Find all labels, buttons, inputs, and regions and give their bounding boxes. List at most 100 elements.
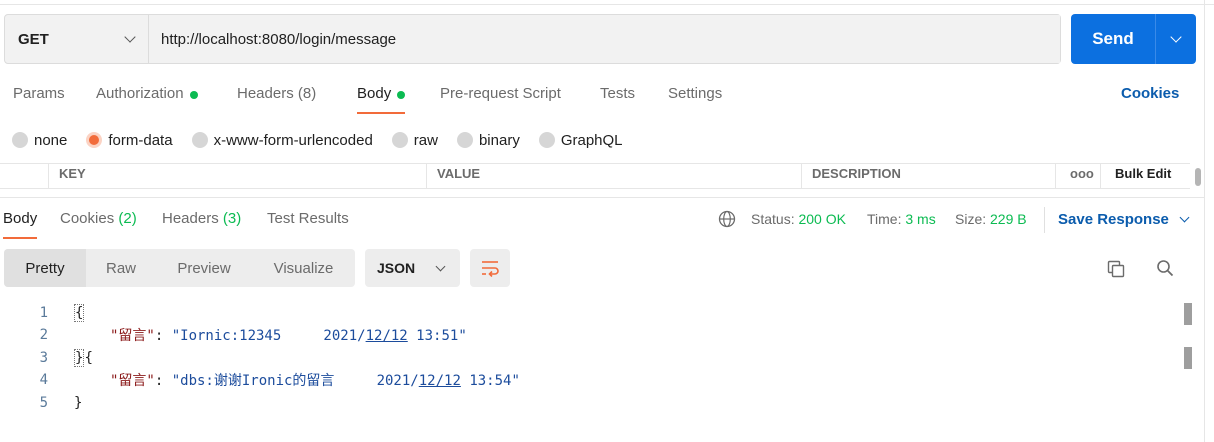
line-number: 2 (39, 327, 48, 343)
column-description: DESCRIPTION (812, 165, 901, 181)
tab-params[interactable]: Params (13, 82, 65, 114)
size-readout: Size: 229 B (955, 211, 1027, 227)
tab-authorization[interactable]: Authorization (96, 82, 198, 114)
code-line: 1 { (0, 302, 1180, 324)
json-colon: : (154, 328, 172, 344)
radio-icon (456, 132, 473, 148)
view-raw[interactable]: Raw (86, 249, 156, 287)
tab-label: Test Results (267, 210, 349, 227)
table-divider (0, 188, 1190, 189)
brace: { (84, 350, 93, 366)
tab-tests[interactable]: Tests (600, 82, 635, 114)
column-divider (1055, 164, 1056, 189)
line-number: 1 (39, 305, 48, 321)
line-number: 3 (39, 350, 48, 366)
code-text: } (74, 395, 82, 411)
bulk-edit-button[interactable]: Bulk Edit (1105, 164, 1171, 188)
body-type-form-data[interactable]: form-data (86, 131, 173, 149)
chevron-down-icon (124, 31, 136, 43)
code-text: "留言": "Iornic:12345 2021/12/12 13:51" (110, 325, 467, 345)
wrap-lines-button[interactable] (470, 249, 510, 287)
radio-label: x-www-form-urlencoded (213, 131, 373, 149)
json-string-part: 13:51" (407, 328, 467, 344)
column-value: VALUE (437, 165, 481, 181)
status-readout: Status: 200 OK (751, 211, 846, 227)
copy-icon[interactable] (1106, 259, 1126, 279)
response-tab-cookies[interactable]: Cookies (2) (60, 210, 137, 239)
format-select[interactable]: JSON (365, 249, 460, 287)
tab-label: Settings (668, 85, 723, 102)
view-preview[interactable]: Preview (156, 249, 252, 287)
radio-icon (12, 132, 28, 148)
column-key: KEY (59, 165, 86, 181)
wrap-lines-icon (482, 261, 499, 277)
view-mode-group: Pretty Raw Preview Visualize (4, 249, 355, 287)
response-body-viewer[interactable]: 1 { 2 "留言": "Iornic:12345 2021/12/12 13:… (0, 302, 1180, 432)
json-string: "Iornic:12345 2021/12/12 13:51" (172, 328, 467, 344)
url-text: http://localhost:8080/login/message (161, 30, 397, 48)
status-value: 200 OK (798, 211, 846, 227)
tab-label: Authorization (96, 85, 184, 102)
method-label: GET (18, 30, 49, 48)
radio-label: binary (478, 131, 520, 149)
radio-icon (538, 132, 555, 148)
meta-divider (1044, 207, 1045, 233)
radio-label: none (34, 131, 68, 149)
json-string-part: 12/12 (365, 328, 408, 344)
status-label: Status: (751, 211, 795, 227)
pane-divider[interactable] (0, 197, 1204, 198)
view-visualize[interactable]: Visualize (252, 249, 355, 287)
format-label: JSON (377, 260, 416, 276)
globe-icon[interactable] (718, 210, 736, 228)
url-input[interactable]: http://localhost:8080/login/message (149, 15, 1060, 63)
tab-headers[interactable]: Headers (8) (237, 82, 316, 114)
body-type-group: none form-data x-www-form-urlencoded raw… (12, 130, 642, 150)
json-colon: : (154, 373, 172, 389)
body-type-urlencoded[interactable]: x-www-form-urlencoded (191, 131, 373, 149)
tab-settings[interactable]: Settings (668, 82, 722, 114)
request-bar: GET http://localhost:8080/login/message (4, 14, 1061, 64)
view-pretty[interactable]: Pretty (4, 249, 86, 287)
panel-edge (1204, 0, 1205, 442)
save-response-label: Save Response (1058, 211, 1169, 228)
tab-label: Params (13, 85, 65, 102)
code-scrollbar-thumb[interactable] (1184, 347, 1192, 369)
size-value: 229 B (990, 211, 1027, 227)
cookies-link[interactable]: Cookies (1121, 85, 1179, 102)
method-select[interactable]: GET (5, 15, 149, 63)
time-readout: Time: 3 ms (867, 211, 936, 227)
request-tabs: Params Authorization Headers (8) Body Pr… (0, 82, 1214, 114)
code-line: 2 "留言": "Iornic:12345 2021/12/12 13:51" (0, 324, 1180, 346)
json-key: "留言" (110, 328, 155, 344)
code-line: 5 } (0, 392, 1180, 414)
json-string-part: "Iornic:12345 2021/ (171, 328, 366, 344)
body-type-raw[interactable]: raw (391, 132, 438, 149)
response-tab-body[interactable]: Body (3, 210, 38, 239)
radio-label: form-data (108, 131, 173, 149)
response-tab-headers[interactable]: Headers (3) (162, 210, 241, 239)
tab-label: Body (3, 210, 38, 227)
send-button-group: Send (1071, 14, 1196, 64)
body-type-binary[interactable]: binary (456, 131, 520, 149)
chevron-down-icon (1170, 31, 1182, 43)
chevron-down-icon (1179, 212, 1190, 223)
send-button[interactable]: Send (1071, 14, 1156, 64)
search-icon[interactable] (1155, 258, 1175, 278)
body-type-graphql[interactable]: GraphQL (538, 132, 623, 149)
json-string-part: 13:54" (460, 373, 520, 389)
tab-pre-request-script[interactable]: Pre-request Script (440, 82, 561, 114)
response-tab-test-results[interactable]: Test Results (267, 210, 349, 239)
send-options-button[interactable] (1156, 14, 1196, 64)
body-type-none[interactable]: none (12, 132, 67, 149)
save-response-button[interactable]: Save Response (1058, 211, 1190, 228)
time-label: Time: (867, 211, 902, 227)
time-value: 3 ms (905, 211, 936, 227)
json-string-part: 12/12 (418, 373, 461, 389)
radio-icon (191, 132, 208, 148)
more-options-icon[interactable]: ooo (1060, 164, 1094, 188)
code-scrollbar-thumb[interactable] (1184, 303, 1192, 325)
tab-body[interactable]: Body (357, 82, 406, 114)
request-scrollbar[interactable] (1195, 168, 1201, 186)
tab-label: Cookies (60, 210, 115, 227)
count-badge: (2) (118, 210, 137, 227)
